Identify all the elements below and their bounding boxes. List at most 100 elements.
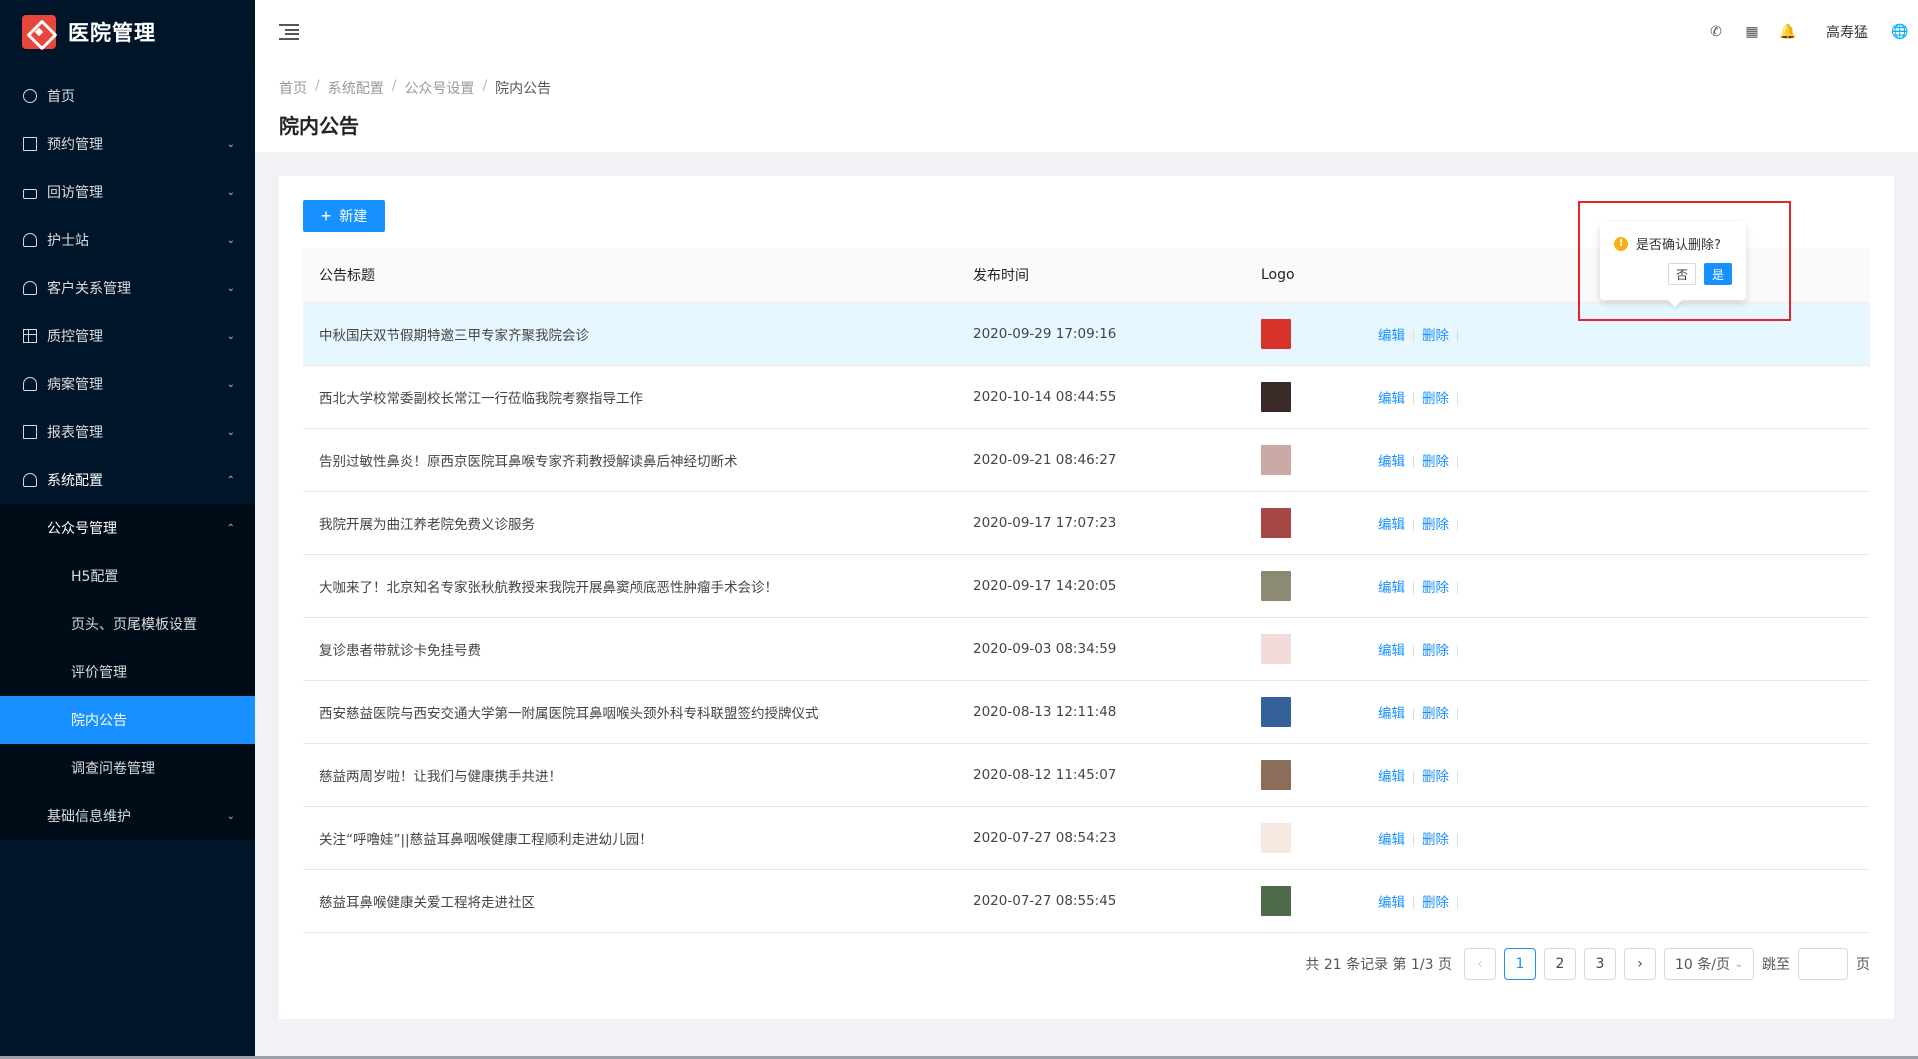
phone-icon[interactable]: ✆ — [1698, 0, 1734, 64]
delete-link[interactable]: 删除 — [1422, 391, 1449, 407]
breadcrumb-item[interactable]: 系统配置 — [328, 78, 384, 98]
logo-thumbnail[interactable] — [1261, 633, 1291, 664]
delete-link[interactable]: 删除 — [1422, 454, 1449, 470]
next-page-button[interactable]: › — [1624, 948, 1656, 980]
announcement-title: 大咖来了！北京知名专家张秋航教授来我院开展鼻窦颅底恶性肿瘤手术会诊！ — [303, 554, 957, 618]
logo-thumbnail[interactable] — [1261, 696, 1291, 727]
user-icon — [23, 281, 37, 295]
logo-cell — [1245, 806, 1362, 870]
page-size-value: 10 条/页 — [1675, 957, 1730, 973]
delete-link[interactable]: 删除 — [1422, 895, 1449, 911]
sidebar-item-reports[interactable]: 报表管理 ⌄ — [0, 408, 255, 456]
announcement-title: 关注“呼噜娃”||慈益耳鼻咽喉健康工程顺利走进幼儿园！ — [303, 806, 957, 870]
sidebar-item-followup[interactable]: 回访管理 ⌄ — [0, 168, 255, 216]
sidebar-item-survey[interactable]: 调查问卷管理 — [0, 744, 255, 792]
sidebar-item-quality-control[interactable]: 质控管理 ⌄ — [0, 312, 255, 360]
edit-link[interactable]: 编辑 — [1378, 706, 1405, 722]
sidebar-item-label: 基础信息维护 — [47, 809, 131, 825]
edit-link[interactable]: 编辑 — [1378, 391, 1405, 407]
publish-time: 2020-08-13 12:11:48 — [957, 680, 1245, 744]
confirm-button[interactable]: 是 — [1704, 263, 1732, 285]
sidebar-item-label: 系统配置 — [47, 473, 103, 489]
page-size-select[interactable]: 10 条/页 ⌄ — [1664, 948, 1754, 980]
sidebar-item-official-account[interactable]: 公众号管理 ⌃ — [0, 504, 255, 552]
sidebar-item-header-footer-template[interactable]: 页头、页尾模板设置 — [0, 600, 255, 648]
edit-link[interactable]: 编辑 — [1378, 643, 1405, 659]
breadcrumb-item[interactable]: 首页 — [279, 78, 307, 98]
delete-link[interactable]: 删除 — [1422, 580, 1449, 596]
sidebar-item-appointment[interactable]: 预约管理 ⌄ — [0, 120, 255, 168]
globe-icon[interactable]: 🌐 — [1882, 0, 1918, 64]
bell-icon[interactable]: 🔔 — [1770, 0, 1806, 64]
prev-page-button[interactable]: ‹ — [1464, 948, 1496, 980]
actions-cell: 编辑 删除 — [1362, 428, 1870, 492]
logo-thumbnail[interactable] — [1261, 885, 1291, 916]
logo-thumbnail[interactable] — [1261, 507, 1291, 538]
announcement-title: 西北大学校常委副校长常江一行莅临我院考察指导工作 — [303, 365, 957, 429]
actions-cell: 编辑 删除 — [1362, 617, 1870, 681]
user-icon — [23, 377, 37, 391]
sidebar-item-evaluation[interactable]: 评价管理 — [0, 648, 255, 696]
edit-link[interactable]: 编辑 — [1378, 580, 1405, 596]
sidebar-item-nurse-station[interactable]: 护士站 ⌄ — [0, 216, 255, 264]
apps-icon[interactable]: ▦ — [1734, 0, 1770, 64]
sidebar-item-medical-records[interactable]: 病案管理 ⌄ — [0, 360, 255, 408]
app-name: 医院管理 — [68, 21, 156, 45]
sidebar-item-label: 回访管理 — [47, 185, 103, 201]
page-title: 院内公告 — [279, 114, 359, 138]
breadcrumb-item[interactable]: 公众号设置 — [404, 78, 474, 98]
publish-time: 2020-09-03 08:34:59 — [957, 617, 1245, 681]
sidebar-item-home[interactable]: 首页 — [0, 72, 255, 120]
logo-thumbnail[interactable] — [1261, 759, 1291, 790]
divider — [1413, 896, 1414, 909]
delete-link[interactable]: 删除 — [1422, 643, 1449, 659]
publish-time: 2020-09-21 08:46:27 — [957, 428, 1245, 492]
hospital-logo-icon — [22, 15, 56, 49]
edit-link[interactable]: 编辑 — [1378, 454, 1405, 470]
table-row: 关注“呼噜娃”||慈益耳鼻咽喉健康工程顺利走进幼儿园！ 2020-07-27 08… — [303, 806, 1870, 870]
delete-link[interactable]: 删除 — [1422, 769, 1449, 785]
jump-page-input[interactable] — [1798, 948, 1848, 980]
page-button[interactable]: 1 — [1504, 948, 1536, 980]
logo-thumbnail[interactable] — [1261, 318, 1291, 349]
edit-link[interactable]: 编辑 — [1378, 769, 1405, 785]
sidebar-item-crm[interactable]: 客户关系管理 ⌄ — [0, 264, 255, 312]
logo-cell — [1245, 365, 1362, 429]
sidebar-item-label: 预约管理 — [47, 137, 103, 153]
new-button[interactable]: + 新建 — [303, 200, 385, 232]
sidebar-item-label: 护士站 — [47, 233, 89, 249]
menu-fold-icon[interactable] — [279, 24, 299, 40]
sidebar-item-announcements[interactable]: 院内公告 — [0, 696, 255, 744]
edit-link[interactable]: 编辑 — [1378, 328, 1405, 344]
divider — [1457, 392, 1458, 405]
logo-thumbnail[interactable] — [1261, 381, 1291, 412]
logo-thumbnail[interactable] — [1261, 822, 1291, 853]
logo-thumbnail[interactable] — [1261, 570, 1291, 601]
sidebar-item-h5-config[interactable]: H5配置 — [0, 552, 255, 600]
edit-icon — [23, 425, 37, 439]
app-logo[interactable]: 医院管理 — [0, 0, 255, 64]
chevron-down-icon: ⌄ — [226, 810, 235, 822]
edit-link[interactable]: 编辑 — [1378, 832, 1405, 848]
official-account-submenu: H5配置 页头、页尾模板设置 评价管理 院内公告 调查问卷管理 — [0, 552, 255, 792]
user-name[interactable]: 高寿猛 — [1806, 22, 1882, 42]
chevron-down-icon: ⌄ — [226, 330, 235, 342]
delete-link[interactable]: 删除 — [1422, 517, 1449, 533]
edit-link[interactable]: 编辑 — [1378, 895, 1405, 911]
sidebar-item-label: 首页 — [47, 89, 75, 105]
sidebar-item-basic-info[interactable]: 基础信息维护 ⌄ — [0, 792, 255, 840]
system-config-submenu: 公众号管理 ⌃ H5配置 页头、页尾模板设置 评价管理 院内公告 调查问卷管理 — [0, 504, 255, 840]
delete-link[interactable]: 删除 — [1422, 328, 1449, 344]
table-row: 中秋国庆双节假期特邀三甲专家齐聚我院会诊 2020-09-29 17:09:16 编… — [303, 302, 1870, 366]
edit-link[interactable]: 编辑 — [1378, 517, 1405, 533]
actions-cell: 编辑 删除 — [1362, 743, 1870, 807]
chevron-down-icon: ⌄ — [1734, 958, 1743, 970]
page-button[interactable]: 3 — [1584, 948, 1616, 980]
cancel-button[interactable]: 否 — [1668, 263, 1696, 285]
delete-link[interactable]: 删除 — [1422, 706, 1449, 722]
page-button[interactable]: 2 — [1544, 948, 1576, 980]
delete-link[interactable]: 删除 — [1422, 832, 1449, 848]
logo-thumbnail[interactable] — [1261, 444, 1291, 475]
logo-cell — [1245, 302, 1362, 366]
sidebar-item-system-config[interactable]: 系统配置 ⌃ — [0, 456, 255, 504]
